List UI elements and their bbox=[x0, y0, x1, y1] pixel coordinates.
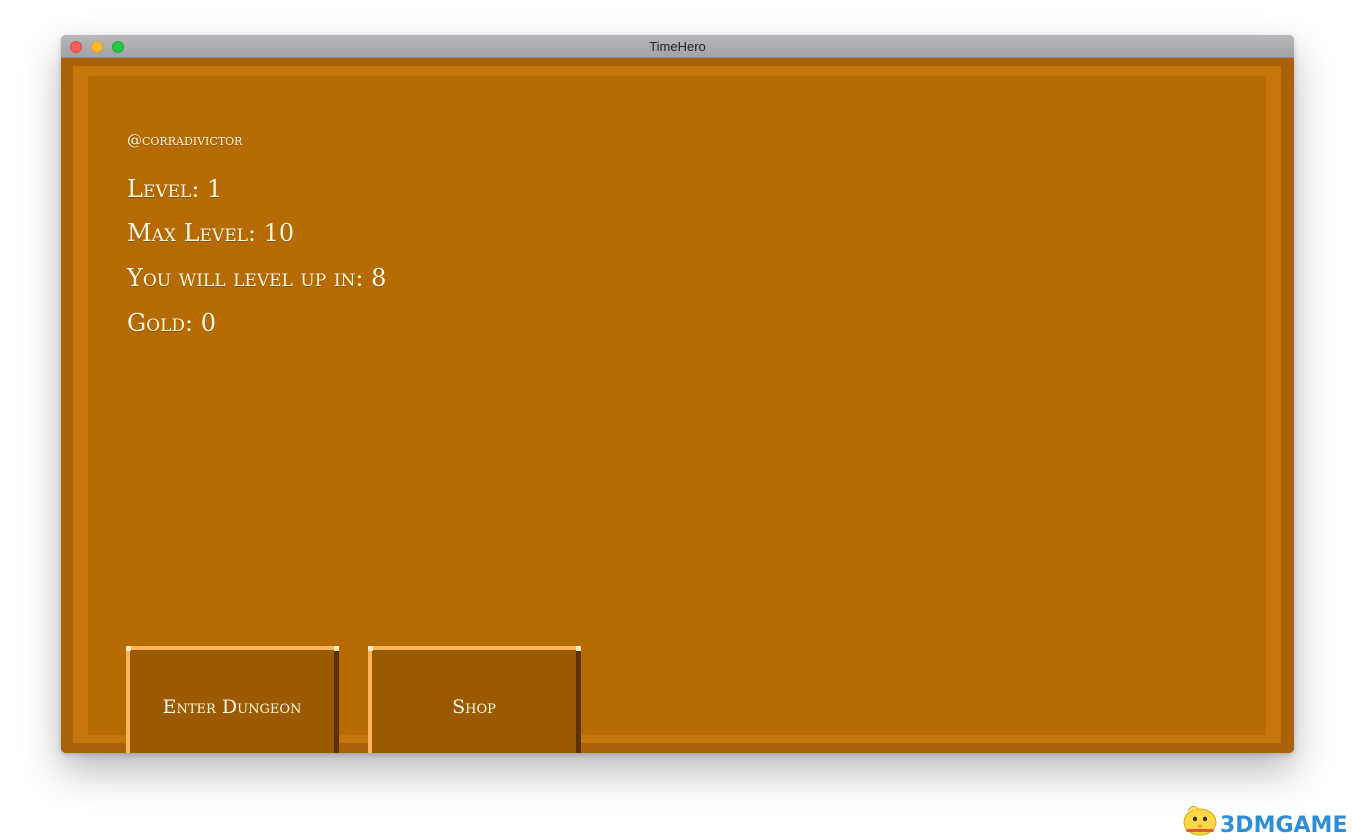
level-up-countdown-label: You will level up in: 8 bbox=[127, 264, 387, 292]
bird-mascot-icon bbox=[1183, 805, 1217, 836]
shop-label: Shop bbox=[452, 696, 496, 718]
watermark-text: 3DMGAME bbox=[1220, 813, 1348, 838]
level-label: Level: 1 bbox=[127, 175, 223, 203]
main-panel: @corradivictor Level: 1 Max Level: 10 Yo… bbox=[88, 76, 1266, 753]
max-level-label: Max Level: 10 bbox=[127, 219, 295, 247]
window-title: TimeHero bbox=[649, 39, 706, 54]
enter-dungeon-label: Enter Dungeon bbox=[162, 696, 302, 718]
title-bar[interactable]: TimeHero bbox=[61, 35, 1294, 58]
button-corner-decoration bbox=[126, 646, 131, 651]
watermark: 3DMGAME bbox=[1178, 800, 1348, 838]
app-window: TimeHero @corradivictor Level: 1 Max Lev… bbox=[61, 35, 1294, 753]
gold-label: Gold: 0 bbox=[127, 309, 217, 337]
game-area: @corradivictor Level: 1 Max Level: 10 Yo… bbox=[61, 58, 1294, 753]
username-label: @corradivictor bbox=[127, 131, 243, 149]
shop-button[interactable]: Shop bbox=[368, 646, 581, 753]
button-corner-decoration bbox=[334, 646, 339, 651]
button-corner-decoration bbox=[576, 646, 581, 651]
button-corner-decoration bbox=[368, 646, 373, 651]
enter-dungeon-button[interactable]: Enter Dungeon bbox=[126, 646, 339, 753]
